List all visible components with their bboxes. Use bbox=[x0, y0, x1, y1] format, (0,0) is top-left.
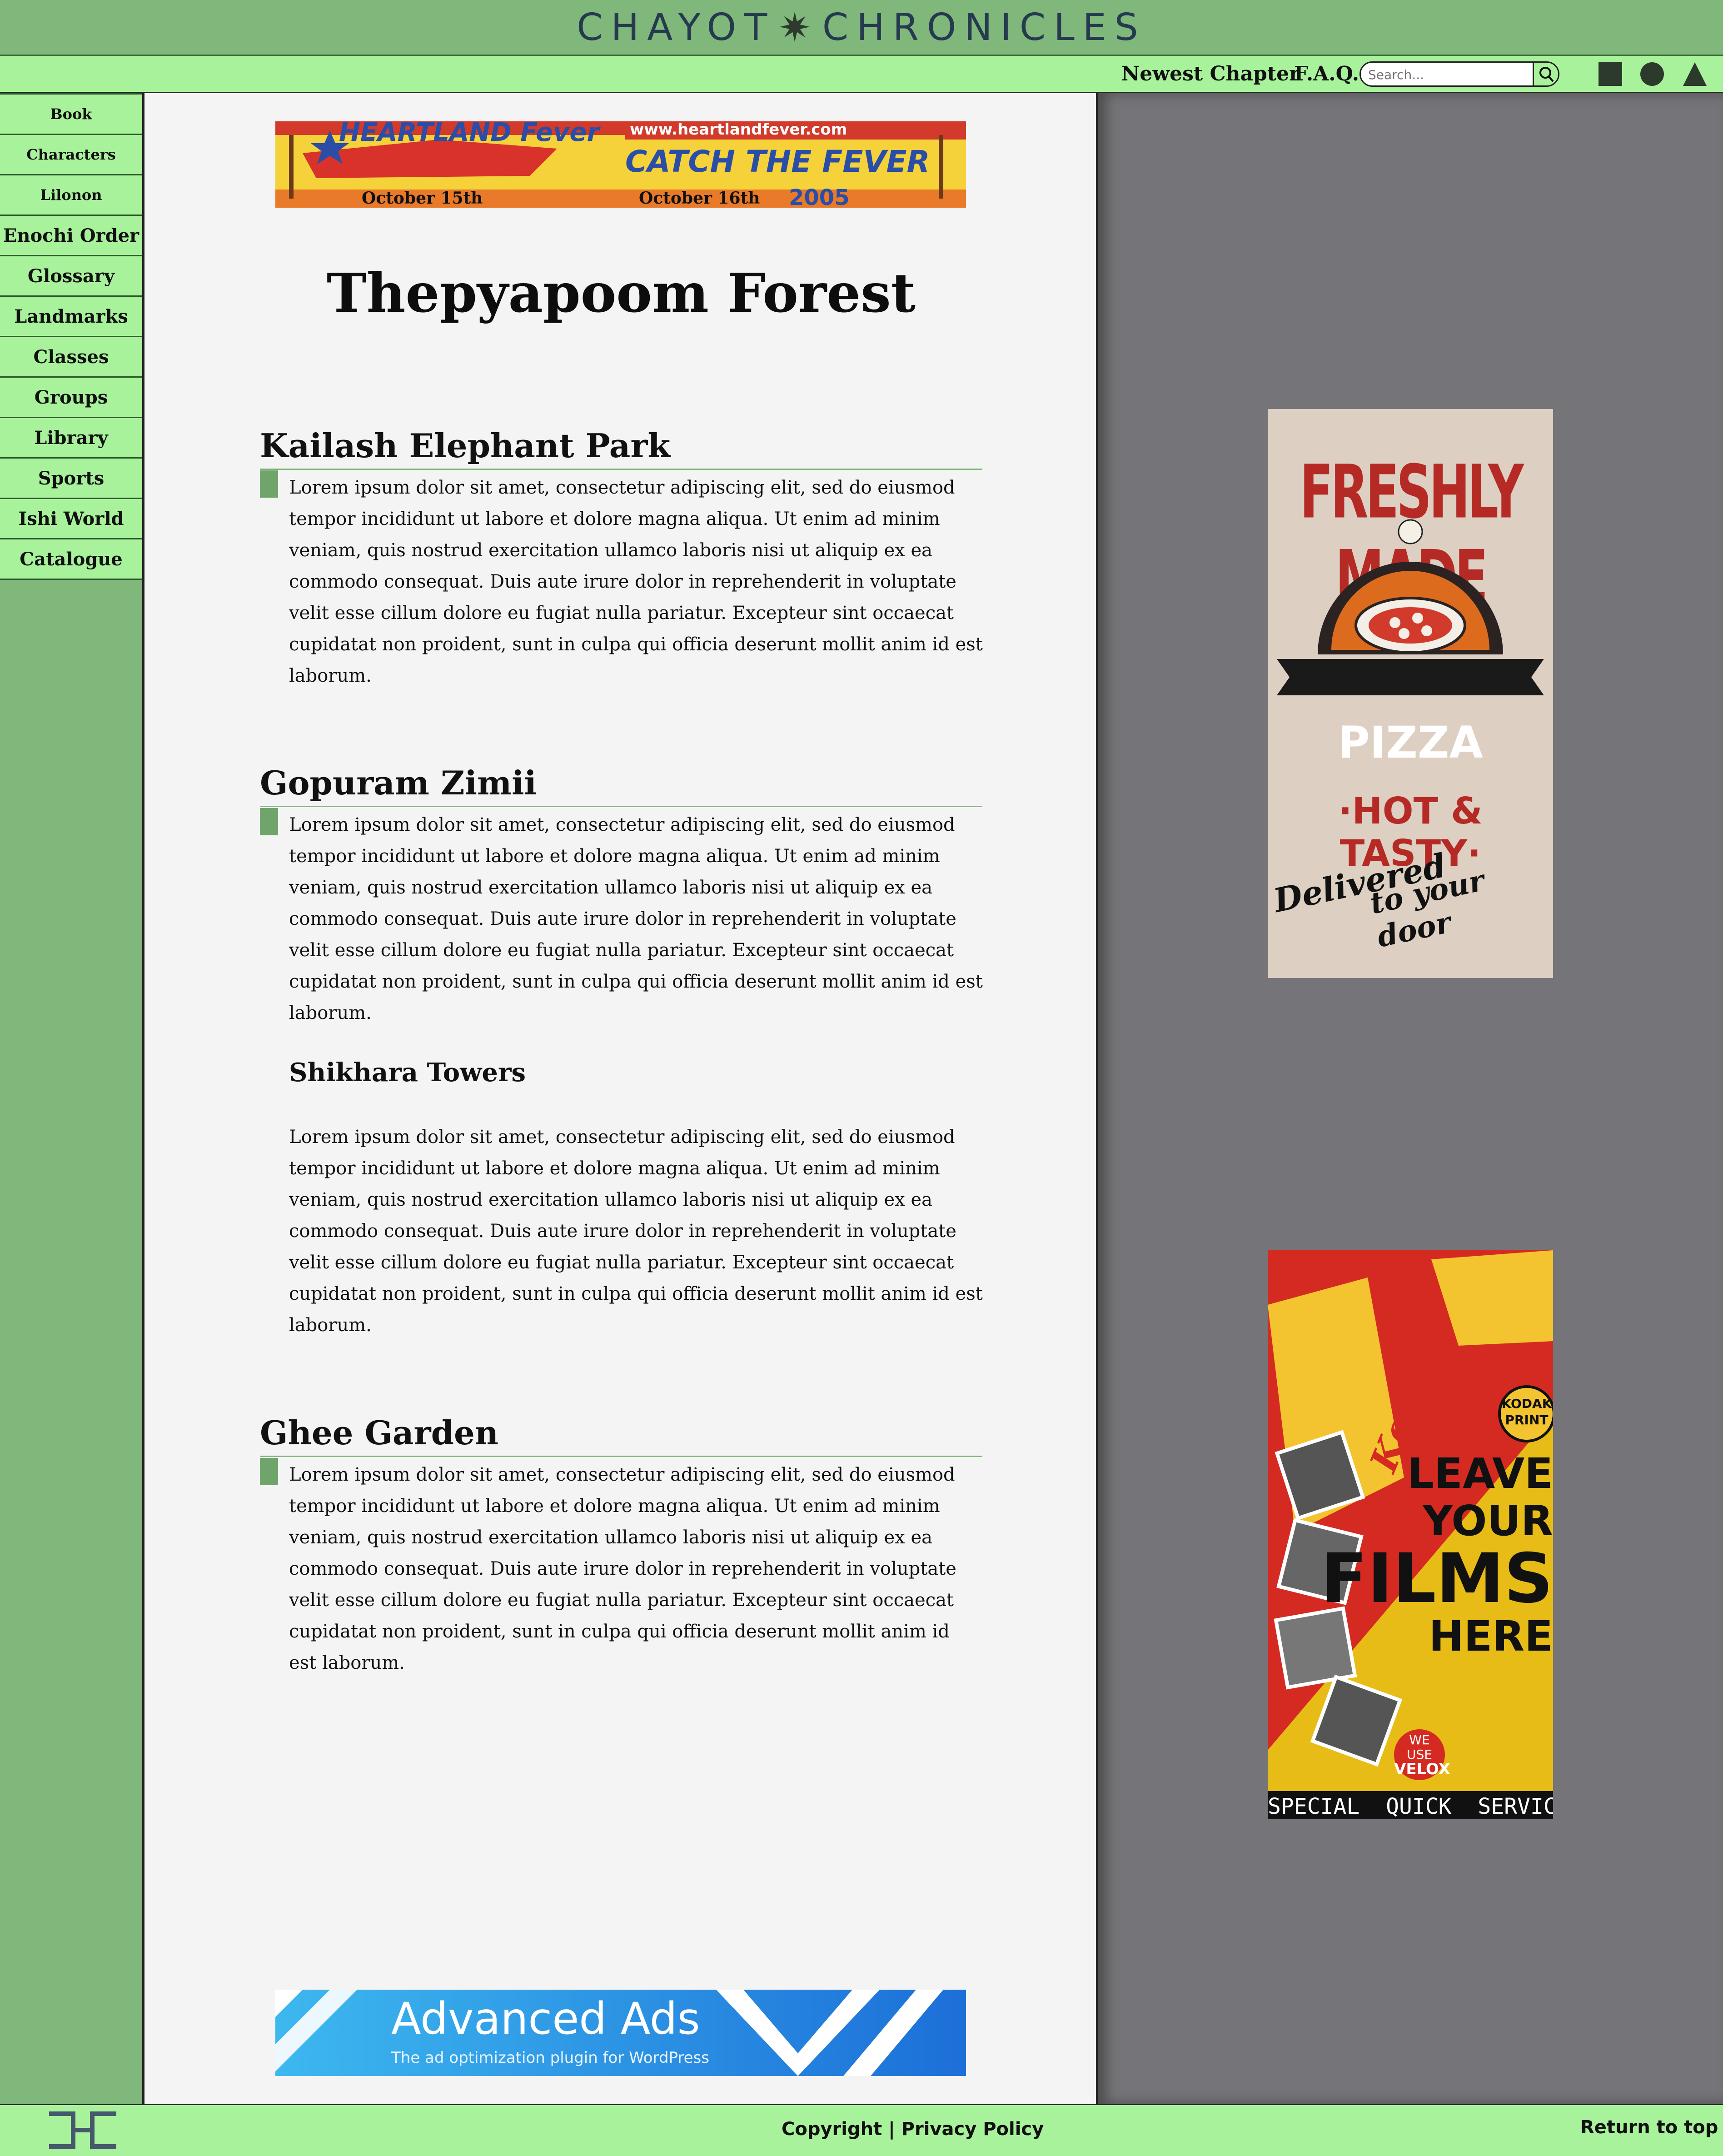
newest-chapter-link[interactable]: Newest Chapter bbox=[1121, 60, 1300, 89]
ad-badge: PIZZA bbox=[1338, 717, 1483, 768]
search-button[interactable] bbox=[1533, 63, 1558, 85]
square-icon[interactable] bbox=[1599, 62, 1622, 86]
brand-word-2: HRONICLES bbox=[857, 5, 1146, 49]
ad-line-1: LEAVE bbox=[1407, 1449, 1553, 1498]
ad-kodak[interactable]: Kodak VERICHROME FILM KODAK PRINT LEAVE … bbox=[1268, 1250, 1553, 1819]
brand-word-1: HAYOT bbox=[611, 5, 776, 49]
sidebar-item-classes[interactable]: Classes bbox=[0, 336, 142, 378]
star-icon: ✷ bbox=[778, 4, 820, 51]
sidebar-item-sports[interactable]: Sports bbox=[0, 457, 142, 499]
right-ad-pane: FRESHLY MADE PIZZA ·HOT & TASTY· Deliver… bbox=[1098, 93, 1723, 2104]
section-text: Lorem ipsum dolor sit amet, consectetur … bbox=[289, 1464, 956, 1673]
sidebar-item-lilonon[interactable]: Lilonon bbox=[0, 174, 142, 216]
ad-line-4: HERE bbox=[1429, 1612, 1553, 1661]
page-title: Thepyapoom Forest bbox=[326, 261, 916, 324]
site-logo[interactable]: C HAYOT ✷ C HRONICLES bbox=[577, 4, 1146, 51]
ad-banner-advanced-ads[interactable]: Advanced Ads The ad optimization plugin … bbox=[275, 1990, 966, 2076]
section-accent-bar bbox=[260, 808, 278, 835]
section-accent-bar bbox=[260, 1458, 278, 1485]
ad-brand: HEARTLAND Fever bbox=[339, 121, 600, 147]
search-icon bbox=[1539, 67, 1554, 82]
ad-kodak-footer: SPECIAL QUICK SERVICE bbox=[1268, 1794, 1553, 1819]
section-text: Lorem ipsum dolor sit amet, consectetur … bbox=[289, 477, 983, 686]
return-to-top-link[interactable]: Return to top bbox=[1580, 2117, 1718, 2138]
ad-date-2: October 16th bbox=[639, 189, 760, 208]
section-accent-bar bbox=[260, 470, 278, 498]
velox-badge: WE USE VELOX bbox=[1394, 1732, 1450, 1778]
ad-banner-heartland[interactable]: HEARTLAND Fever www.heartlandfever.com C… bbox=[275, 121, 966, 208]
section-heading: Gopuram Zimii bbox=[260, 762, 982, 807]
search-box bbox=[1359, 61, 1559, 87]
main-content: HEARTLAND Fever www.heartlandfever.com C… bbox=[144, 93, 1098, 2104]
circle-icon[interactable] bbox=[1640, 62, 1664, 86]
sidebar-item-characters[interactable]: Characters bbox=[0, 134, 142, 175]
sidebar-item-catalogue[interactable]: Catalogue bbox=[0, 538, 142, 580]
subsection-heading: Shikhara Towers bbox=[289, 1058, 526, 1088]
section-heading: Kailash Elephant Park bbox=[260, 425, 982, 470]
sidebar: Book Characters Lilonon Enochi Order Glo… bbox=[0, 93, 144, 2104]
ad-slogan: CATCH THE FEVER bbox=[625, 144, 930, 179]
velox-badge-line-1: WE bbox=[1409, 1732, 1430, 1747]
brand-letter: C bbox=[822, 5, 857, 49]
site-header: C HAYOT ✷ C HRONICLES bbox=[0, 0, 1723, 56]
sidebar-item-library[interactable]: Library bbox=[0, 417, 142, 459]
section-heading: Ghee Garden bbox=[260, 1412, 982, 1457]
ad-subtitle: The ad optimization plugin for WordPress bbox=[391, 2049, 710, 2067]
brand-letter: C bbox=[577, 5, 611, 49]
search-input[interactable] bbox=[1367, 63, 1546, 85]
footer-logo-icon[interactable] bbox=[49, 2111, 116, 2149]
ad-title: Advanced Ads bbox=[391, 1993, 700, 2044]
sidebar-item-book[interactable]: Book bbox=[0, 93, 142, 135]
velox-badge-line-3: VELOX bbox=[1394, 1760, 1450, 1778]
site-footer: Copyright | Privacy Policy Return to top bbox=[0, 2104, 1723, 2156]
ad-url: www.heartlandfever.com bbox=[630, 121, 847, 139]
ad-kodak-message: LEAVE YOUR FILMS HERE bbox=[1321, 1450, 1553, 1660]
top-nav-bar: Newest Chapter F.A.Q. bbox=[0, 56, 1723, 93]
ad-year: 2005 bbox=[789, 185, 850, 208]
ad-line-2: YOUR bbox=[1422, 1497, 1553, 1545]
faq-link[interactable]: F.A.Q. bbox=[1294, 60, 1359, 89]
sidebar-item-ishi-world[interactable]: Ishi World bbox=[0, 498, 142, 539]
footer-links[interactable]: Copyright | Privacy Policy bbox=[782, 2119, 1044, 2140]
sidebar-item-glossary[interactable]: Glossary bbox=[0, 255, 142, 297]
sidebar-item-landmarks[interactable]: Landmarks bbox=[0, 295, 142, 337]
kodak-logo: KODAK PRINT bbox=[1499, 1396, 1553, 1428]
sidebar-item-enochi-order[interactable]: Enochi Order bbox=[0, 215, 142, 256]
triangle-icon[interactable] bbox=[1683, 62, 1707, 86]
kodak-logo-top: KODAK bbox=[1501, 1396, 1552, 1411]
section-text: Lorem ipsum dolor sit amet, consectetur … bbox=[289, 814, 983, 1023]
sidebar-item-groups[interactable]: Groups bbox=[0, 376, 142, 418]
ad-date-1: October 15th bbox=[362, 189, 483, 208]
ad-line-3: FILMS bbox=[1320, 1539, 1553, 1618]
kodak-logo-bottom: PRINT bbox=[1505, 1412, 1549, 1427]
ad-pizza[interactable]: FRESHLY MADE PIZZA ·HOT & TASTY· Deliver… bbox=[1268, 409, 1553, 978]
subsection-text: Lorem ipsum dolor sit amet, consectetur … bbox=[289, 1127, 983, 1336]
